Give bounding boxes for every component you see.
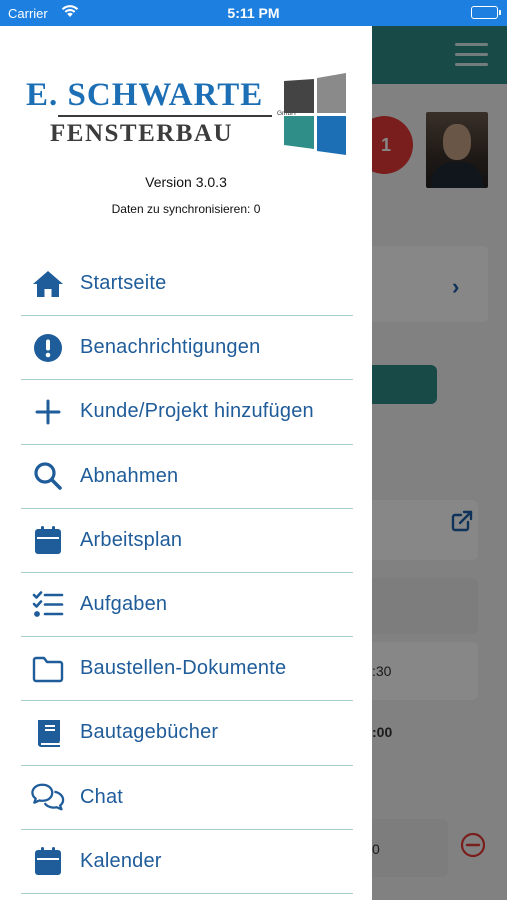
menu-item-label: Bautagebücher bbox=[80, 721, 219, 744]
sync-status: Daten zu synchronisieren: 0 bbox=[111, 202, 261, 216]
menu-item-label: Kalender bbox=[80, 849, 162, 872]
menu-item-abnahmen[interactable]: Abnahmen bbox=[21, 445, 353, 509]
clock: 5:11 PM bbox=[227, 5, 280, 21]
folder-icon bbox=[31, 652, 65, 686]
home-icon bbox=[31, 267, 65, 301]
book-icon bbox=[31, 716, 65, 750]
logo-text-trade: FENSTERBAU bbox=[50, 120, 234, 147]
calendar-icon bbox=[31, 523, 65, 557]
logo-rule bbox=[58, 115, 272, 117]
menu-item-chat[interactable]: Chat bbox=[21, 766, 353, 830]
menu-item-label: Aufgaben bbox=[80, 593, 168, 616]
battery-icon bbox=[471, 6, 501, 19]
company-logo: E. SCHWARTE GmbH FENSTERBAU bbox=[26, 73, 352, 161]
navigation-drawer: E. SCHWARTE GmbH FENSTERBAU Version 3.0.… bbox=[0, 26, 372, 900]
menu-item-baustellen-dokumente[interactable]: Baustellen-Dokumente bbox=[21, 637, 353, 702]
menu-item-arbeitsplan[interactable]: Arbeitsplan bbox=[21, 509, 353, 573]
calendar-icon bbox=[31, 844, 65, 878]
menu-item-label: Kunde/Projekt hinzufügen bbox=[80, 400, 314, 423]
menu-item-label: Chat bbox=[80, 785, 124, 808]
menu-item-label: Arbeitsplan bbox=[80, 528, 183, 551]
alert-circle-icon bbox=[31, 331, 65, 365]
plus-icon bbox=[31, 395, 65, 429]
window-logo-icon bbox=[284, 73, 346, 155]
logo-text-name: E. SCHWARTE bbox=[26, 77, 264, 113]
menu-item-kunde-projekt-hinzufuegen[interactable]: Kunde/Projekt hinzufügen bbox=[21, 380, 353, 445]
menu-item-kalender[interactable]: Kalender bbox=[21, 830, 353, 894]
menu-item-aufgaben[interactable]: Aufgaben bbox=[21, 573, 353, 638]
menu-item-label: Benachrichtigungen bbox=[80, 336, 261, 359]
checklist-icon bbox=[31, 588, 65, 622]
menu-item-label: Baustellen-Dokumente bbox=[80, 657, 287, 680]
chat-icon bbox=[31, 780, 65, 814]
menu-item-benachrichtigungen[interactable]: Benachrichtigungen bbox=[21, 316, 353, 381]
menu-item-startseite[interactable]: Startseite bbox=[21, 252, 353, 317]
status-bar: Carrier 5:11 PM bbox=[0, 0, 507, 26]
menu-item-label: Abnahmen bbox=[80, 464, 179, 487]
app-version: Version 3.0.3 bbox=[145, 174, 227, 190]
menu-item-label: Startseite bbox=[80, 272, 167, 295]
drawer-menu: Startseite Benachrichtigungen Kunde/Proj… bbox=[21, 252, 353, 894]
search-icon bbox=[31, 459, 65, 493]
menu-item-bautagebuecher[interactable]: Bautagebücher bbox=[21, 701, 353, 766]
